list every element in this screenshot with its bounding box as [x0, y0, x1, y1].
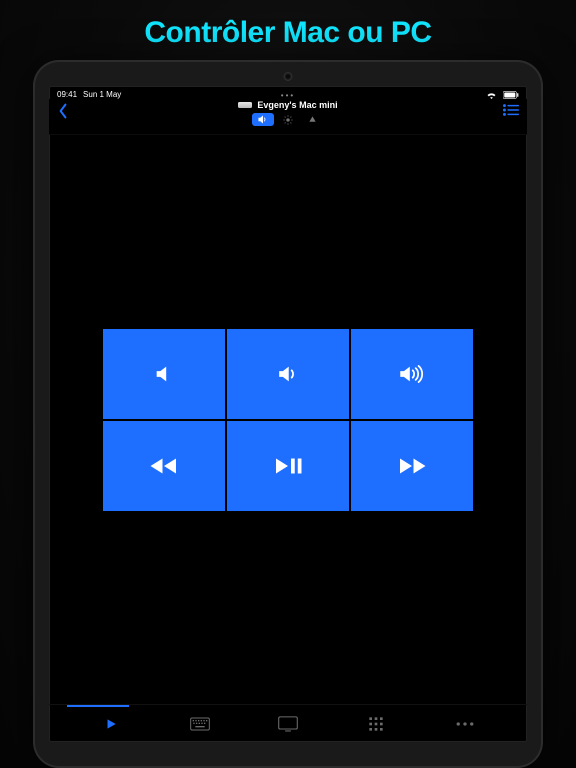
mode-arrows[interactable]: [302, 113, 324, 126]
headline-text: Contrôler Mac ou PC: [144, 16, 431, 50]
app-header: ••• Evgeny's Mac mini: [49, 99, 527, 135]
connected-device-label: Evgeny's Mac mini: [238, 100, 337, 110]
tab-more[interactable]: [421, 715, 509, 733]
tab-indicator: [67, 705, 129, 707]
status-time: 09:41: [57, 90, 77, 99]
tab-bar: [49, 704, 527, 742]
control-pad: [103, 329, 473, 511]
list-button[interactable]: [501, 101, 521, 123]
ipad-frame: 09:41 Sun 1 May •••: [33, 60, 543, 768]
drag-handle-dots: •••: [281, 91, 295, 100]
mode-segmented-control: [252, 113, 324, 126]
wifi-icon: [486, 91, 497, 99]
volume-up-button[interactable]: [351, 329, 473, 419]
forward-button[interactable]: [351, 421, 473, 511]
battery-icon: [503, 91, 519, 99]
play-pause-button[interactable]: [227, 421, 349, 511]
rewind-button[interactable]: [103, 421, 225, 511]
mode-brightness[interactable]: [277, 113, 299, 126]
main-area: [49, 135, 527, 704]
tab-keyboard[interactable]: [155, 711, 243, 737]
tab-grid[interactable]: [332, 710, 420, 738]
volume-down-button[interactable]: [227, 329, 349, 419]
device-name-text: Evgeny's Mac mini: [257, 100, 337, 110]
tab-play[interactable]: [67, 711, 155, 737]
mode-volume[interactable]: [252, 113, 274, 126]
device-camera: [285, 73, 292, 80]
back-button[interactable]: [55, 101, 71, 126]
device-screen: 09:41 Sun 1 May •••: [49, 86, 527, 742]
mac-mini-icon: [238, 102, 252, 108]
tab-screen[interactable]: [244, 710, 332, 738]
mute-button[interactable]: [103, 329, 225, 419]
status-date: Sun 1 May: [83, 90, 121, 99]
